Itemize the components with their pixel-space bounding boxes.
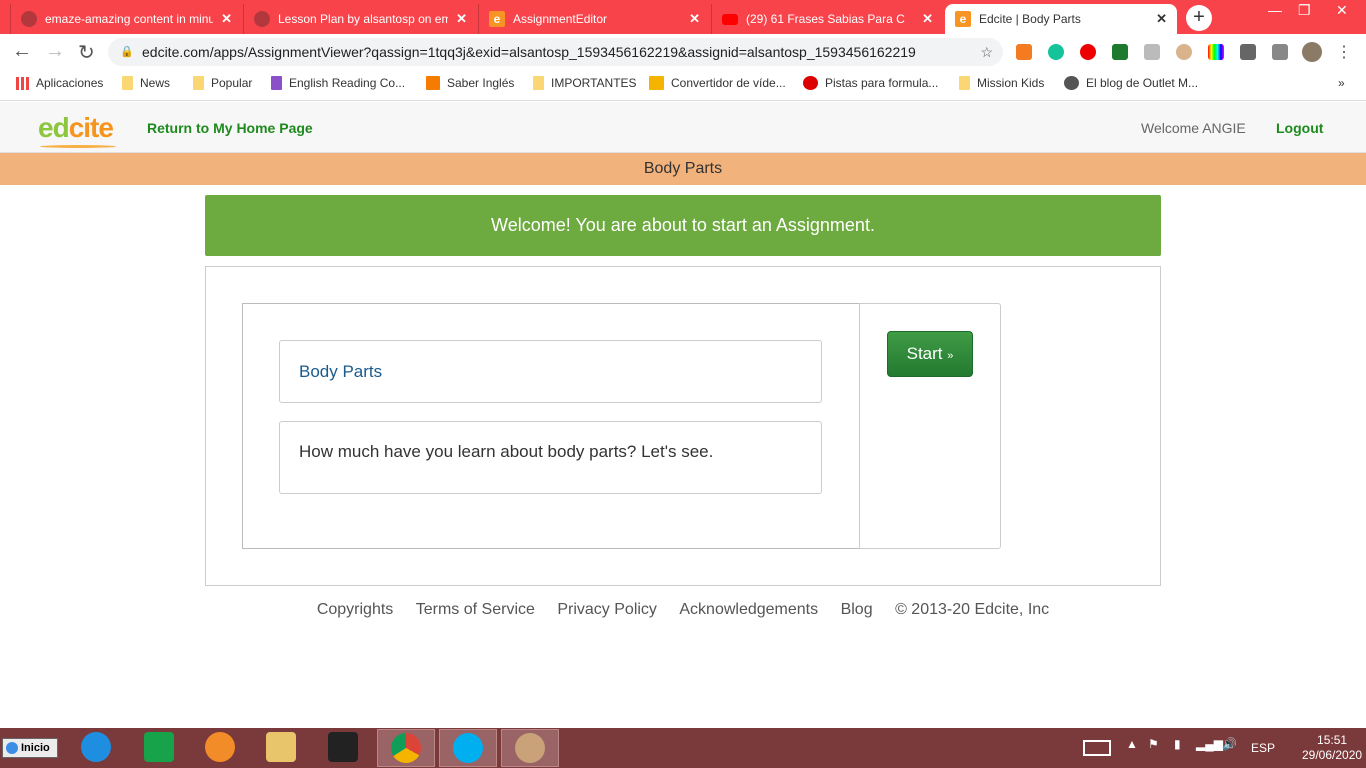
action-center-flag-icon[interactable]: ⚑ <box>1148 737 1159 751</box>
page-title: Body Parts <box>0 153 1366 185</box>
start-menu-button[interactable]: Inicio <box>2 738 58 758</box>
minimize-icon[interactable]: — <box>1268 2 1282 18</box>
globe-icon <box>1064 76 1079 90</box>
start-button[interactable]: Start » <box>887 331 973 377</box>
volume-icon[interactable]: 🔊 <box>1222 737 1237 751</box>
skype-icon <box>453 733 483 763</box>
folder-icon <box>122 76 133 90</box>
bookmark-pistas[interactable]: Pistas para formula... <box>803 76 938 90</box>
tab-youtube[interactable]: (29) 61 Frases Sabias Para C ✕ <box>711 4 943 34</box>
restore-icon[interactable]: ❐ <box>1298 2 1311 19</box>
privacy-link[interactable]: Privacy Policy <box>557 601 657 618</box>
video-camera-icon <box>649 76 664 90</box>
bookmark-saber-ingles[interactable]: Saber Inglés <box>426 76 514 90</box>
keyboard-icon[interactable] <box>1083 740 1111 756</box>
battery-icon[interactable]: ▮ <box>1174 737 1181 751</box>
assignment-description: How much have you learn about body parts… <box>279 421 822 494</box>
extension-icon[interactable] <box>1112 44 1128 60</box>
tab-assignment-editor[interactable]: e AssignmentEditor ✕ <box>478 4 710 34</box>
blogger-icon <box>426 76 440 90</box>
extension-icon[interactable] <box>1016 44 1032 60</box>
adblock-icon[interactable] <box>1080 44 1096 60</box>
youtube-icon <box>722 13 738 25</box>
double-chevron-icon: » <box>947 350 954 362</box>
menu-icon[interactable]: ⋮ <box>1336 42 1352 62</box>
show-hidden-icons[interactable]: ▲ <box>1126 737 1138 751</box>
edcite-icon: e <box>955 11 971 27</box>
extensions-puzzle-icon[interactable] <box>1240 44 1256 60</box>
grammarly-icon[interactable] <box>1048 44 1064 60</box>
close-tab-icon[interactable]: ✕ <box>221 11 232 27</box>
book-icon <box>271 76 282 90</box>
app-icon[interactable] <box>205 732 235 762</box>
bookmark-english-reading[interactable]: English Reading Co... <box>271 76 405 90</box>
assignment-title: Body Parts <box>279 340 822 403</box>
tab-edcite-body-parts[interactable]: e Edcite | Body Parts ✕ <box>945 4 1177 34</box>
bookmark-outlet-blog[interactable]: El blog de Outlet M... <box>1064 76 1198 90</box>
media-icon[interactable] <box>1272 44 1288 60</box>
store-icon[interactable] <box>144 732 174 762</box>
close-tab-icon[interactable]: ✕ <box>456 11 467 27</box>
bookmark-star-icon[interactable]: ☆ <box>980 38 993 66</box>
color-picker-icon[interactable] <box>1208 44 1224 60</box>
apple-icon <box>803 76 818 90</box>
forward-icon[interactable]: → <box>45 40 65 63</box>
close-tab-icon[interactable]: ✕ <box>922 11 933 27</box>
edcite-icon: e <box>489 11 505 27</box>
acknowledgements-link[interactable]: Acknowledgements <box>679 601 818 618</box>
close-window-icon[interactable]: ✕ <box>1336 2 1348 19</box>
bookmark-apps[interactable]: Aplicaciones <box>16 76 103 90</box>
address-bar[interactable]: 🔒 edcite.com/apps/AssignmentViewer?qassig… <box>108 38 1003 66</box>
book-icon <box>40 145 116 148</box>
clock[interactable]: 15:51 29/06/2020 <box>1302 733 1362 763</box>
close-tab-icon[interactable]: ✕ <box>1156 11 1167 27</box>
folder-icon <box>533 76 544 90</box>
globe-icon <box>254 11 270 27</box>
footer: Copyrights Terms of Service Privacy Poli… <box>0 601 1366 619</box>
tab-emaze[interactable]: emaze-amazing content in minu ✕ <box>10 4 242 34</box>
new-tab-button[interactable]: + <box>1186 5 1212 31</box>
welcome-text: Welcome ANGIE <box>1141 120 1246 136</box>
copyright-text: © 2013-20 Edcite, Inc <box>895 601 1050 618</box>
signal-icon[interactable]: ▂▄▆ <box>1196 737 1223 751</box>
folder-icon <box>193 76 204 90</box>
lock-icon: 🔒 <box>120 46 134 58</box>
palette-icon[interactable] <box>1176 44 1192 60</box>
chrome-icon <box>391 733 421 763</box>
reload-icon[interactable]: ↻ <box>78 40 95 65</box>
skype-taskbar-button[interactable] <box>439 729 497 767</box>
bookmarks-bar: Aplicaciones News Popular English Readin… <box>0 68 1366 101</box>
internet-explorer-icon[interactable] <box>81 732 111 762</box>
tab-lesson-plan[interactable]: Lesson Plan by alsantosp on em ✕ <box>243 4 477 34</box>
terms-link[interactable]: Terms of Service <box>416 601 535 618</box>
paint-icon <box>515 733 545 763</box>
paint-taskbar-button[interactable] <box>501 729 559 767</box>
bookmark-popular[interactable]: Popular <box>193 76 252 90</box>
apps-grid-icon <box>16 76 29 90</box>
bookmark-importantes[interactable]: IMPORTANTES <box>533 76 637 90</box>
bookmark-mission-kids[interactable]: Mission Kids <box>959 76 1044 90</box>
chrome-taskbar-button[interactable] <box>377 729 435 767</box>
welcome-banner: Welcome! You are about to start an Assig… <box>205 195 1161 256</box>
globe-icon <box>21 11 37 27</box>
language-indicator[interactable]: ESP <box>1251 741 1275 755</box>
close-tab-icon[interactable]: ✕ <box>689 11 700 27</box>
logout-link[interactable]: Logout <box>1276 120 1323 136</box>
return-home-link[interactable]: Return to My Home Page <box>147 120 313 136</box>
bookmark-convertidor[interactable]: Convertidor de víde... <box>649 76 786 90</box>
bookmark-news[interactable]: News <box>122 76 170 90</box>
tab-strip: emaze-amazing content in minu ✕ Lesson Pl… <box>0 0 1366 34</box>
blog-link[interactable]: Blog <box>841 601 873 618</box>
more-bookmarks-button[interactable]: » <box>1338 76 1345 90</box>
file-explorer-icon[interactable] <box>266 732 296 762</box>
webcam-icon[interactable] <box>328 732 358 762</box>
back-icon[interactable]: ← <box>12 40 32 63</box>
extension-icon[interactable] <box>1144 44 1160 60</box>
copyrights-link[interactable]: Copyrights <box>317 601 393 618</box>
folder-icon <box>959 76 970 90</box>
edcite-logo[interactable]: edcite <box>38 112 116 148</box>
avatar[interactable] <box>1302 42 1322 62</box>
